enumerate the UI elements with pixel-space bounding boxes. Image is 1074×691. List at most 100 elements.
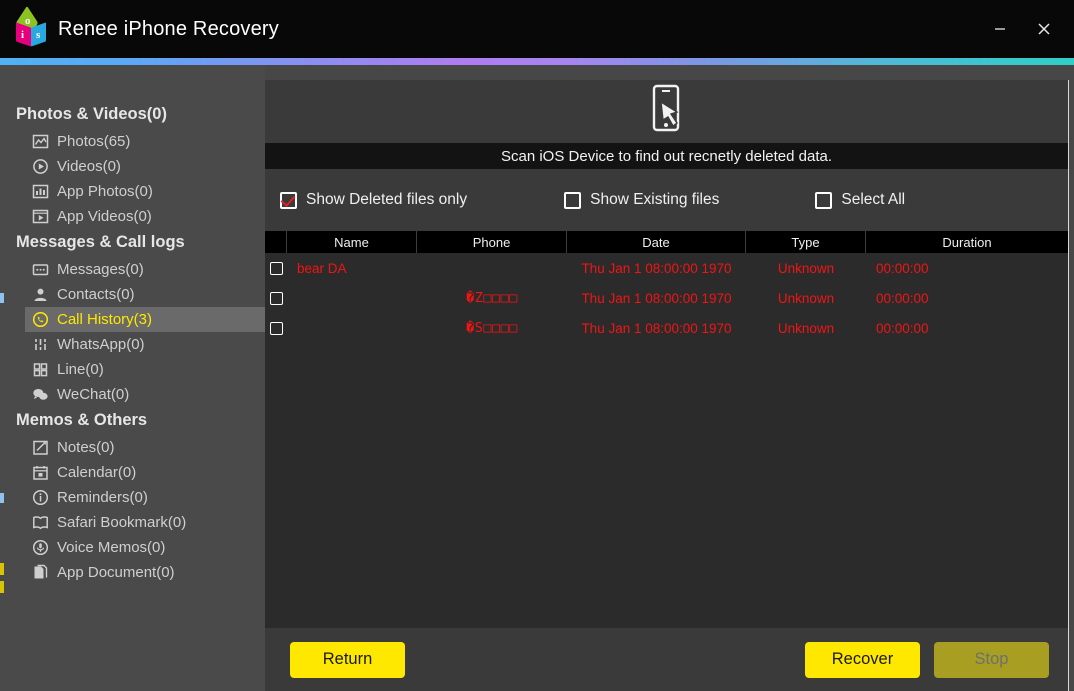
phone-clock-icon bbox=[31, 310, 50, 329]
scan-banner bbox=[265, 80, 1068, 143]
sidebar: Photos & Videos(0) Photos(65) Videos(0) … bbox=[0, 65, 265, 691]
sidebar-item-label: Line(0) bbox=[57, 361, 104, 378]
sidebar-item-label: WeChat(0) bbox=[57, 386, 130, 403]
sidebar-item-calendar[interactable]: Calendar(0) bbox=[25, 460, 265, 485]
checkbox-show-deleted-only[interactable]: Show Deleted files only bbox=[280, 191, 467, 209]
sidebar-group-photos-videos: Photos & Videos(0) bbox=[16, 105, 167, 123]
scan-status-text: Scan iOS Device to find out recnetly del… bbox=[265, 143, 1068, 169]
cell-phone: �S□□□□ bbox=[466, 320, 518, 336]
message-icon bbox=[31, 260, 50, 279]
cell-type: Unknown bbox=[777, 320, 835, 336]
sidebar-item-label: App Document(0) bbox=[57, 564, 175, 581]
sidebar-item-label: Calendar(0) bbox=[57, 464, 137, 481]
sidebar-item-label: Contacts(0) bbox=[57, 286, 135, 303]
calendar-icon bbox=[31, 463, 50, 482]
stop-button[interactable]: Stop bbox=[934, 641, 1049, 678]
table-header-type[interactable]: Type bbox=[746, 231, 866, 253]
cell-date: Thu Jan 1 08:00:00 1970 bbox=[581, 290, 732, 306]
app-title: Renee iPhone Recovery bbox=[58, 17, 279, 40]
row-checkbox[interactable] bbox=[270, 321, 283, 335]
table-header-duration[interactable]: Duration bbox=[866, 231, 1068, 253]
close-button[interactable] bbox=[1022, 9, 1066, 49]
play-circle-icon bbox=[31, 157, 50, 176]
whatsapp-icon bbox=[31, 335, 50, 354]
sidebar-item-reminders[interactable]: Reminders(0) bbox=[25, 485, 265, 510]
sidebar-item-line[interactable]: Line(0) bbox=[25, 357, 265, 382]
title-bar: o i s Renee iPhone Recovery bbox=[0, 0, 1074, 58]
sidebar-item-messages[interactable]: Messages(0) bbox=[25, 257, 265, 282]
sidebar-item-label: Reminders(0) bbox=[57, 489, 148, 506]
table-row[interactable]: bear DA Thu Jan 1 08:00:00 1970 Unknown … bbox=[265, 253, 1068, 283]
cell-type: Unknown bbox=[777, 260, 835, 276]
book-icon bbox=[31, 513, 50, 532]
cell-duration: 00:00:00 bbox=[876, 290, 929, 306]
sidebar-item-contacts[interactable]: Contacts(0) bbox=[25, 282, 265, 307]
row-checkbox[interactable] bbox=[270, 261, 283, 275]
sidebar-item-app-videos[interactable]: App Videos(0) bbox=[25, 204, 265, 229]
line-grid-icon bbox=[31, 360, 50, 379]
cell-date: Thu Jan 1 08:00:00 1970 bbox=[581, 320, 732, 336]
sidebar-item-whatsapp[interactable]: WhatsApp(0) bbox=[25, 332, 265, 357]
video-window-icon bbox=[31, 207, 50, 226]
sidebar-item-app-document[interactable]: App Document(0) bbox=[25, 560, 265, 585]
checkbox-select-all[interactable]: Select All bbox=[815, 191, 905, 209]
cell-type: Unknown bbox=[777, 290, 835, 306]
sidebar-item-app-photos[interactable]: App Photos(0) bbox=[25, 179, 265, 204]
action-bar: Return Recover Stop bbox=[265, 628, 1068, 691]
phone-tap-icon bbox=[644, 84, 690, 139]
wechat-icon bbox=[31, 385, 50, 404]
sidebar-item-safari-bookmark[interactable]: Safari Bookmark(0) bbox=[25, 510, 265, 535]
note-pencil-icon bbox=[31, 438, 50, 457]
checkbox-show-existing[interactable]: Show Existing files bbox=[564, 191, 719, 209]
sidebar-item-label: Notes(0) bbox=[57, 439, 115, 456]
logo-letter-right: s bbox=[36, 29, 41, 41]
sidebar-group-memos-others: Memos & Others bbox=[16, 411, 148, 429]
table-header-name[interactable]: Name bbox=[287, 231, 417, 253]
sidebar-item-videos[interactable]: Videos(0) bbox=[25, 154, 265, 179]
app-logo-icon: o i s bbox=[14, 5, 48, 47]
logo-letter-left: i bbox=[21, 29, 25, 41]
checkbox-box[interactable] bbox=[280, 191, 297, 209]
edge-artifact bbox=[0, 293, 4, 303]
edge-artifact bbox=[0, 563, 4, 575]
sidebar-item-wechat[interactable]: WeChat(0) bbox=[25, 382, 265, 407]
bar-chart-icon bbox=[31, 182, 50, 201]
table-header-date[interactable]: Date bbox=[567, 231, 746, 253]
row-checkbox-cell[interactable] bbox=[265, 291, 287, 305]
sidebar-item-notes[interactable]: Notes(0) bbox=[25, 435, 265, 460]
sidebar-item-label: Safari Bookmark(0) bbox=[57, 514, 187, 531]
sidebar-group-messages-calls: Messages & Call logs bbox=[16, 233, 185, 251]
sidebar-item-label: Videos(0) bbox=[57, 158, 121, 175]
row-checkbox[interactable] bbox=[270, 291, 283, 305]
filter-bar: Show Deleted files only Show Existing fi… bbox=[265, 169, 1068, 231]
image-icon bbox=[31, 132, 50, 151]
row-checkbox-cell[interactable] bbox=[265, 261, 287, 275]
table-header-checkbox bbox=[265, 231, 287, 253]
window-controls bbox=[978, 0, 1066, 58]
sidebar-item-label: App Photos(0) bbox=[57, 183, 153, 200]
checkbox-box[interactable] bbox=[564, 191, 582, 209]
microphone-icon bbox=[31, 538, 50, 557]
table-row[interactable]: �Z□□□□ Thu Jan 1 08:00:00 1970 Unknown 0… bbox=[265, 283, 1068, 313]
table-row[interactable]: �S□□□□ Thu Jan 1 08:00:00 1970 Unknown 0… bbox=[265, 313, 1068, 343]
app-window: o i s Renee iPhone Recovery Photos & Vid… bbox=[0, 0, 1074, 691]
checkbox-label: Show Existing files bbox=[590, 191, 720, 208]
logo-letter-top: o bbox=[25, 15, 31, 27]
info-circle-icon bbox=[31, 488, 50, 507]
sidebar-item-photos[interactable]: Photos(65) bbox=[25, 129, 265, 154]
sidebar-item-call-history[interactable]: Call History(3) bbox=[25, 307, 265, 332]
sidebar-item-label: Voice Memos(0) bbox=[57, 539, 166, 556]
table-body: bear DA Thu Jan 1 08:00:00 1970 Unknown … bbox=[265, 253, 1068, 626]
sidebar-item-voice-memos[interactable]: Voice Memos(0) bbox=[25, 535, 265, 560]
document-icon bbox=[31, 563, 50, 582]
cell-duration: 00:00:00 bbox=[876, 320, 929, 336]
accent-gradient-bar bbox=[0, 58, 1074, 65]
row-checkbox-cell[interactable] bbox=[265, 321, 287, 335]
sidebar-item-label: Photos(65) bbox=[57, 133, 131, 150]
return-button[interactable]: Return bbox=[290, 641, 405, 678]
minimize-button[interactable] bbox=[978, 9, 1022, 49]
recover-button[interactable]: Recover bbox=[805, 641, 920, 678]
table-header-phone[interactable]: Phone bbox=[417, 231, 567, 253]
checkbox-box[interactable] bbox=[815, 191, 833, 209]
sidebar-item-label: Call History(3) bbox=[57, 311, 153, 328]
